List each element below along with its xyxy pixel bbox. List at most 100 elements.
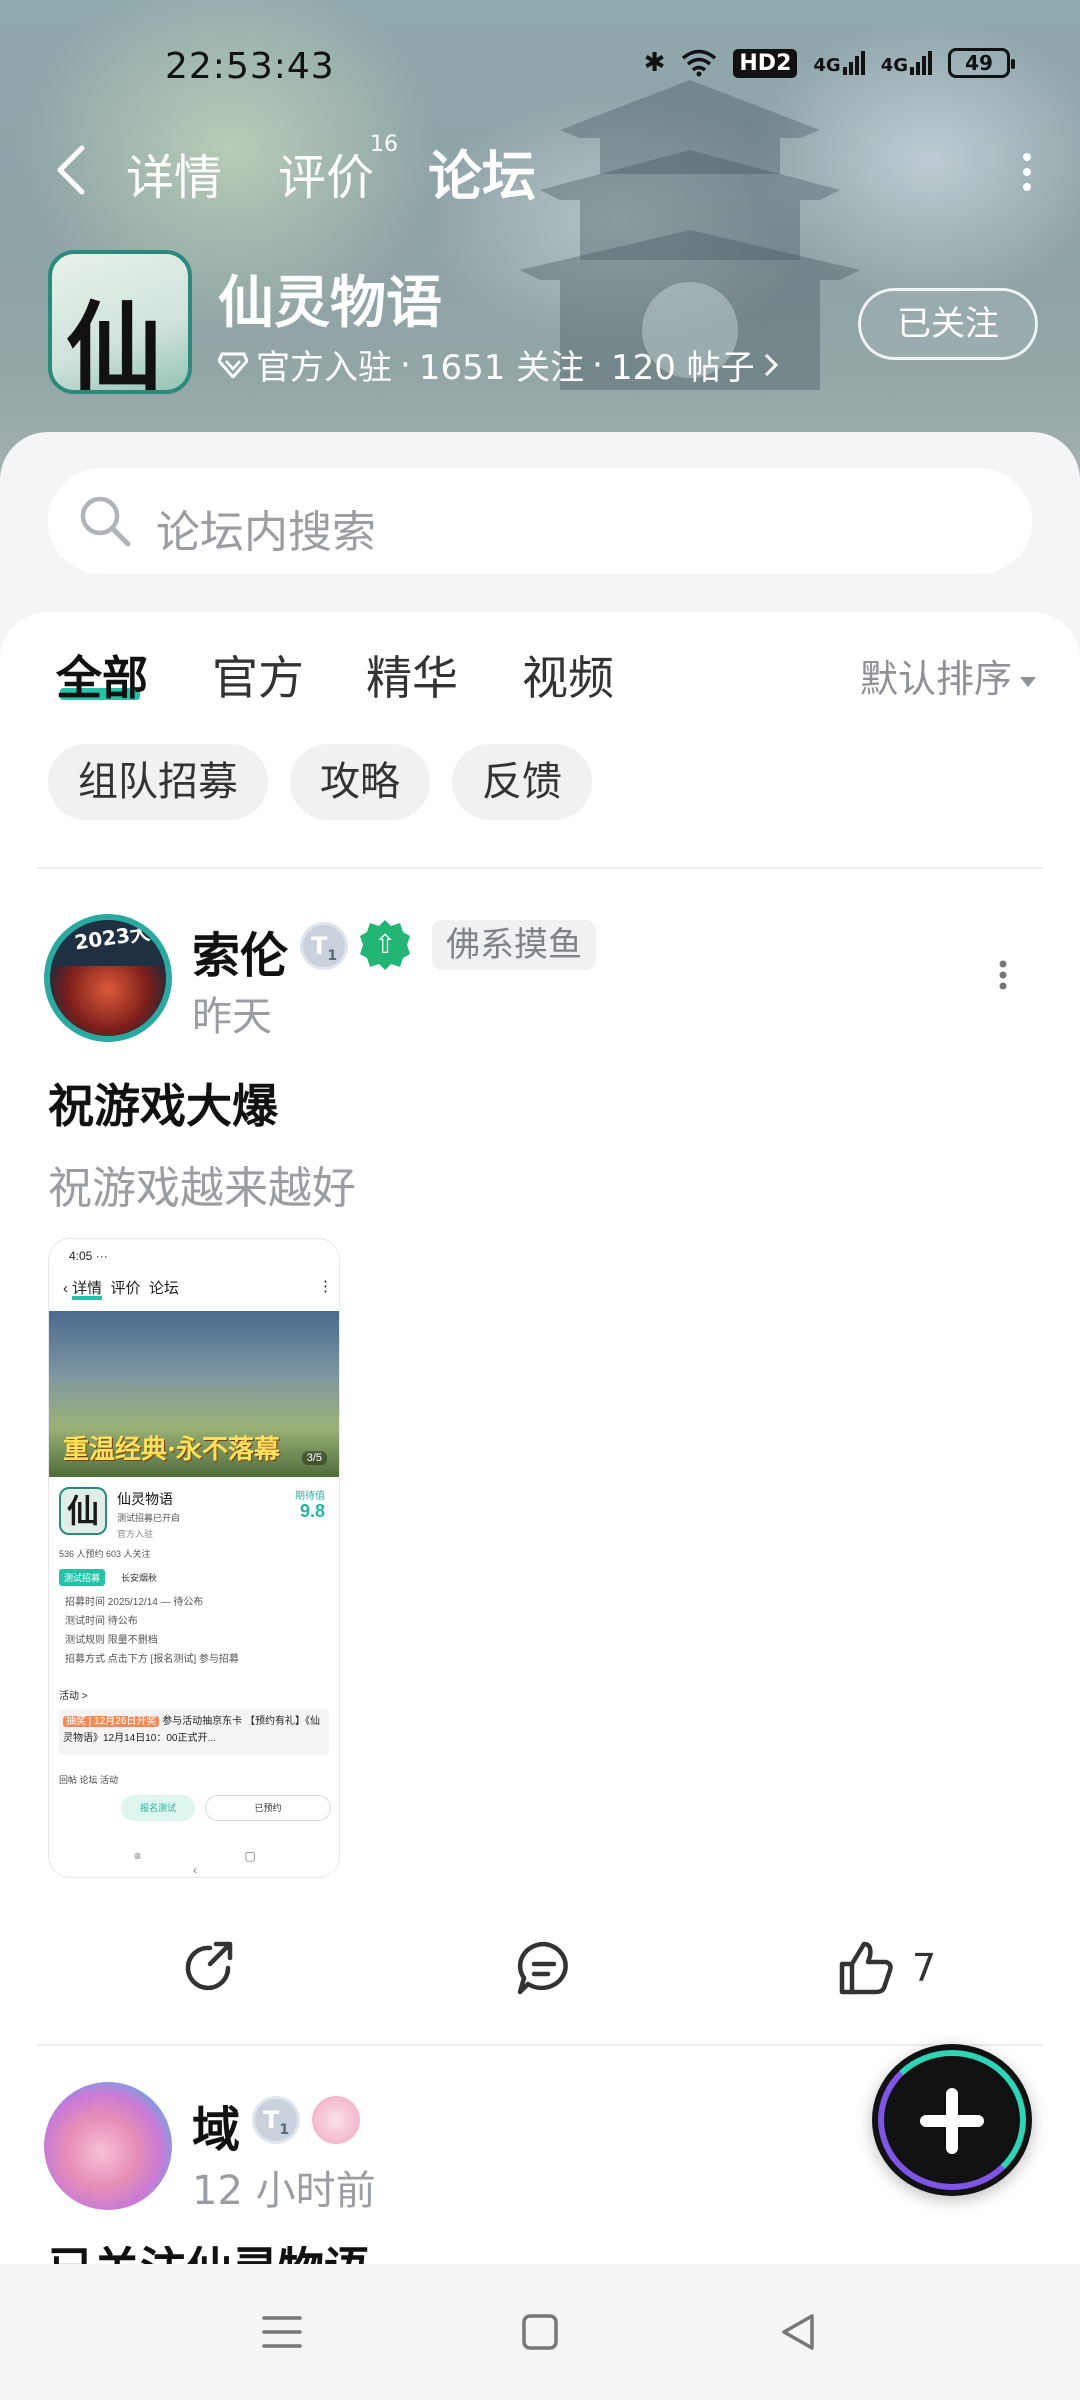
post-author[interactable]: 索伦: [192, 916, 288, 986]
like-count: 7: [912, 1946, 937, 1990]
mini-tabbar: 回帖 论坛 活动: [59, 1775, 119, 1785]
meta-separator: ·: [592, 344, 603, 385]
battery-icon: 49: [948, 48, 1015, 78]
avatar-frame-band: 2023大赏: [50, 920, 166, 966]
mini-signup-button: 报名测试: [121, 1795, 195, 1821]
plus-icon: [946, 2088, 958, 2154]
more-options-icon[interactable]: [1022, 152, 1032, 192]
mini-game-sub: 测试招募已开启: [117, 1513, 181, 1523]
mini-row: 测试规则 限量不删档: [65, 1635, 158, 1646]
chip-feedback[interactable]: 反馈: [452, 744, 592, 820]
share-icon[interactable]: [180, 1938, 240, 1998]
level-badge-icon: T1: [300, 922, 348, 970]
mini-banner-page: 3/5: [301, 1451, 327, 1465]
mini-activity-card: 抽奖 | 12月26日开奖 参与活动抽京东卡 【预约有礼】《仙灵物语》12月14…: [59, 1709, 329, 1755]
game-meta[interactable]: 官方入驻 · 1651 关注 · 120 帖子: [218, 340, 779, 389]
mini-banner-caption: 重温经典·永不落幕: [63, 1435, 281, 1465]
game-icon[interactable]: 仙: [48, 250, 192, 394]
post-time: 昨天: [192, 994, 272, 1040]
sort-dropdown[interactable]: 默认排序: [860, 648, 1036, 703]
post-time: 12 小时前: [192, 2168, 376, 2214]
new-post-button[interactable]: [872, 2044, 1032, 2196]
mini-activity-label: 活动 >: [59, 1691, 88, 1702]
game-info: 仙 仙灵物语 官方入驻 · 1651 关注 · 120 帖子 已关注: [48, 250, 1038, 400]
status-bar: 22:53:43 ✱ HD2 4G 4G 49: [0, 40, 1080, 96]
tab-forum[interactable]: 论坛: [428, 132, 542, 211]
signal-1-icon: 4G: [813, 51, 865, 75]
level-sub: 1: [327, 947, 338, 964]
tab-review-label: 评价: [278, 150, 375, 206]
chevron-right-icon: [764, 353, 778, 376]
mini-score-label: 期待值: [295, 1491, 325, 1502]
official-label: 官方入驻: [256, 348, 392, 388]
filter-tab-featured[interactable]: 精华: [366, 642, 458, 708]
game-icon-glyph: 仙: [66, 291, 162, 394]
posts-count: 120 帖子: [610, 348, 755, 388]
mini-row: 测试时间 待公布: [65, 1616, 138, 1627]
mini-tab-review: 评价: [110, 1280, 141, 1297]
tab-detail[interactable]: 详情: [126, 138, 222, 208]
mini-stats: 536 人预约 603 人关注: [59, 1549, 151, 1559]
mini-reserved-button: 已预约: [205, 1795, 331, 1821]
mini-info-rows: 招募时间 2025/12/14 — 待公布 测试时间 待公布 测试规则 限量不删…: [65, 1593, 239, 1669]
mini-more-icon: ⋮: [318, 1278, 333, 1295]
post-more-icon[interactable]: [998, 960, 1008, 990]
mini-row: 招募时间 2025/12/14 — 待公布: [65, 1597, 204, 1608]
filter-tab-video[interactable]: 视频: [522, 642, 614, 708]
level-text: T: [310, 932, 328, 960]
sort-label: 默认排序: [859, 657, 1012, 701]
tab-forum-label: 论坛: [428, 145, 536, 208]
post-actions: 7: [0, 1938, 1080, 2018]
mini-game-icon: 仙: [59, 1487, 107, 1535]
mini-recruit-text: 长安烟秋: [121, 1573, 158, 1583]
followers-count: 1651 关注: [418, 348, 585, 388]
like-icon[interactable]: [836, 1938, 896, 1998]
topic-chips: 组队招募 攻略 反馈: [48, 744, 592, 820]
mini-official: 官方入驻: [117, 1529, 154, 1539]
tab-review[interactable]: 评价 16: [278, 132, 398, 208]
home-icon[interactable]: [518, 2310, 562, 2354]
level-sub: 1: [279, 2121, 290, 2138]
diamond-icon: [218, 352, 248, 378]
mini-score: 9.8: [299, 1501, 325, 1521]
mini-game-title: 仙灵物语: [117, 1491, 173, 1507]
mini-status-dots: ···: [95, 1249, 108, 1263]
user-tag: 佛系摸鱼: [432, 920, 596, 970]
avatar[interactable]: 2023大赏: [44, 914, 172, 1042]
back-icon[interactable]: [776, 2310, 820, 2354]
post-image[interactable]: 4:05 ··· ‹ 详情 评价 论坛 ⋮ 重温经典·永不落幕 3/5 仙 仙灵物…: [48, 1238, 340, 1878]
level-text: T: [262, 2106, 280, 2134]
follow-button[interactable]: 已关注: [858, 288, 1038, 360]
top-nav: 详情 评价 16 论坛: [0, 130, 1080, 210]
filter-tab-all[interactable]: 全部: [56, 642, 148, 708]
post-body[interactable]: 祝游戏越来越好: [48, 1152, 356, 1216]
filter-tabs: 全部 官方 精华 视频 默认排序: [56, 642, 1036, 722]
chip-guide[interactable]: 攻略: [290, 744, 430, 820]
search-icon: [80, 496, 131, 547]
filter-tab-official[interactable]: 官方: [212, 642, 304, 708]
post-title[interactable]: 祝游戏大爆: [48, 1070, 278, 1136]
hd-voice-icon: HD2: [733, 48, 798, 78]
bluetooth-icon: ✱: [643, 48, 666, 78]
chip-team-recruit[interactable]: 组队招募: [48, 744, 268, 820]
back-arrow-icon[interactable]: [52, 144, 92, 196]
post-author[interactable]: 域: [192, 2090, 240, 2160]
avatar[interactable]: [44, 2082, 172, 2210]
meta-separator: ·: [400, 344, 411, 385]
post-title[interactable]: 已关注仙灵物语: [48, 2246, 370, 2266]
mini-recruit-tag: 测试招募: [59, 1569, 106, 1586]
wifi-icon: [682, 49, 717, 77]
filter-tab-label: 全部: [56, 651, 148, 705]
mini-status: 4:05 ···: [69, 1249, 108, 1263]
mini-tab-detail: 详情: [72, 1280, 103, 1297]
search-placeholder: 论坛内搜索: [156, 507, 376, 558]
game-title: 仙灵物语: [218, 271, 442, 336]
mini-tab-forum: 论坛: [148, 1280, 179, 1297]
mini-row: 招募方式 点击下方 [报名测试] 参与招募: [65, 1654, 239, 1665]
mini-status-time: 4:05: [69, 1249, 93, 1263]
review-count: 16: [370, 132, 398, 157]
search-input[interactable]: 论坛内搜索: [48, 468, 1032, 574]
comment-icon[interactable]: [514, 1938, 574, 1998]
menu-icon[interactable]: [260, 2310, 304, 2354]
mini-home-bar: ≡ ▢ ‹: [134, 1849, 306, 1877]
